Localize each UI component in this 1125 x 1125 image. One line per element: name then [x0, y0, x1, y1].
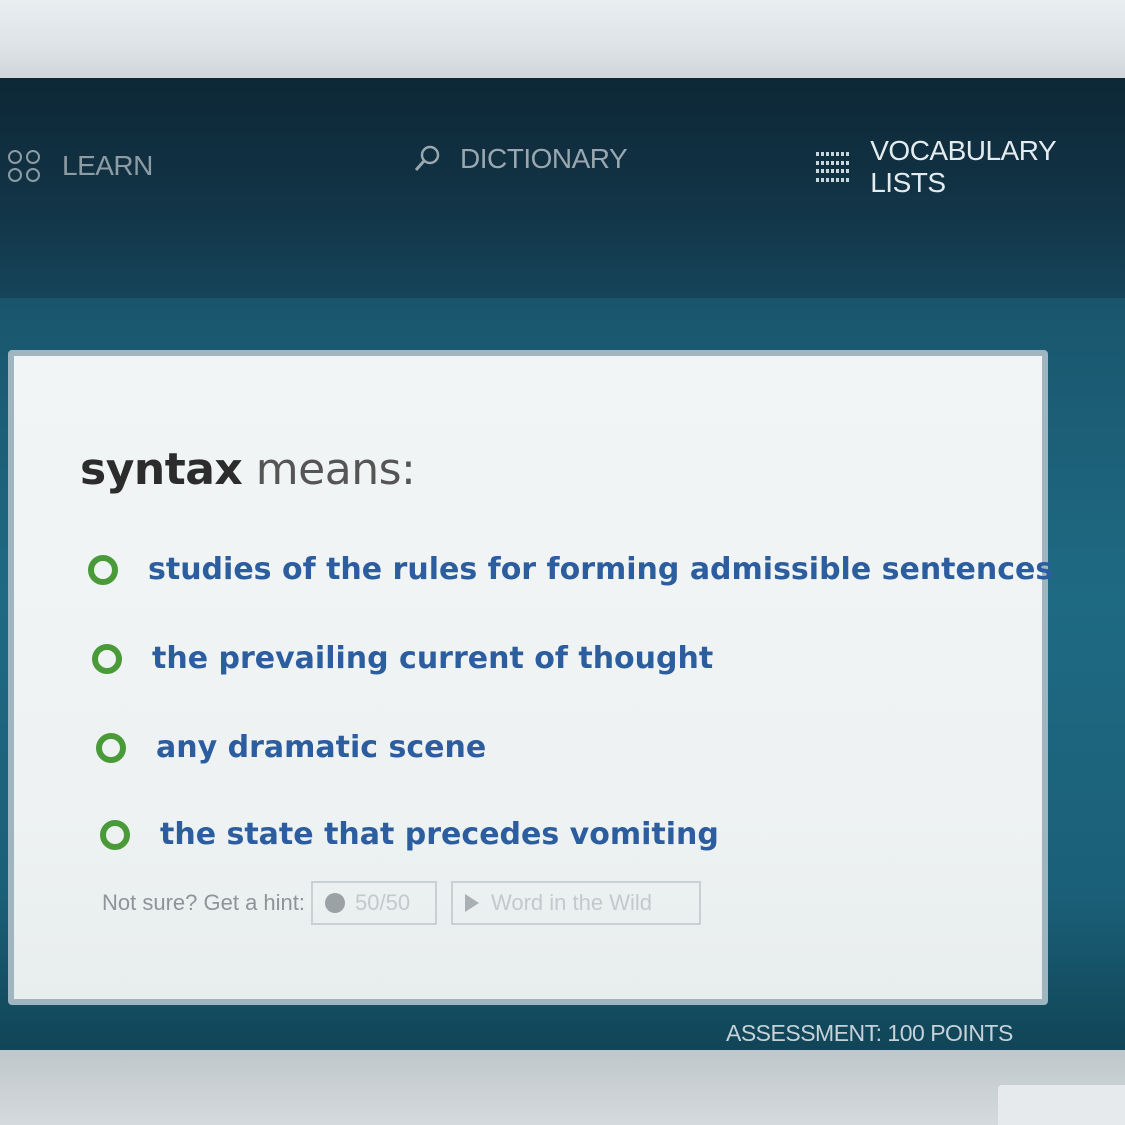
word-in-the-wild-button[interactable]: Word in the Wild: [451, 881, 701, 925]
nav-dictionary-label: DICTIONARY: [460, 143, 628, 174]
nav-learn[interactable]: LEARN: [8, 150, 153, 182]
choice-option-3[interactable]: any dramatic scene: [96, 730, 486, 765]
fifty-fifty-icon: [325, 893, 345, 913]
question-word: syntax: [80, 444, 243, 495]
top-strip: [0, 0, 1125, 78]
radio-circle-icon[interactable]: [96, 732, 126, 763]
hint-row: Not sure? Get a hint: 50/50 Word in the …: [102, 881, 715, 925]
choice-label[interactable]: the state that precedes vomiting: [160, 817, 719, 852]
radio-circle-icon[interactable]: [92, 643, 122, 674]
bottom-button[interactable]: [998, 1085, 1125, 1125]
choice-label[interactable]: the prevailing current of thought: [152, 641, 713, 676]
hint-label: Not sure? Get a hint:: [102, 890, 305, 915]
radio-circle-icon[interactable]: [88, 554, 118, 585]
quiz-card: syntax means: studies of the rules for f…: [8, 350, 1053, 1005]
question-prompt: means:: [242, 444, 416, 495]
list-icon: [816, 152, 851, 182]
search-icon: [414, 145, 440, 171]
nav-vocabulary-label: VOCABULARY LISTS: [870, 135, 1056, 198]
fifty-fifty-label: 50/50: [355, 890, 411, 915]
grid-icon: [8, 150, 40, 182]
question-title: syntax means:: [80, 444, 416, 495]
bottom-strip: [0, 1050, 1125, 1125]
choice-option-4[interactable]: the state that precedes vomiting: [100, 817, 719, 852]
choice-option-1[interactable]: studies of the rules for forming admissi…: [88, 552, 1053, 587]
fifty-fifty-button[interactable]: 50/50: [311, 881, 437, 925]
assessment-points: ASSESSMENT: 100 POINTS: [726, 1020, 1013, 1046]
radio-circle-icon[interactable]: [100, 819, 130, 850]
choice-label[interactable]: studies of the rules for forming admissi…: [148, 552, 1053, 587]
choice-label[interactable]: any dramatic scene: [156, 730, 486, 765]
nav-dictionary[interactable]: DICTIONARY: [412, 143, 628, 175]
nav-vocabulary-lists[interactable]: VOCABULARY LISTS: [816, 135, 1125, 199]
nav-learn-label: LEARN: [62, 150, 153, 181]
audio-icon: [465, 894, 479, 912]
word-in-the-wild-label: Word in the Wild: [491, 890, 652, 915]
choice-option-2[interactable]: the prevailing current of thought: [92, 641, 713, 676]
